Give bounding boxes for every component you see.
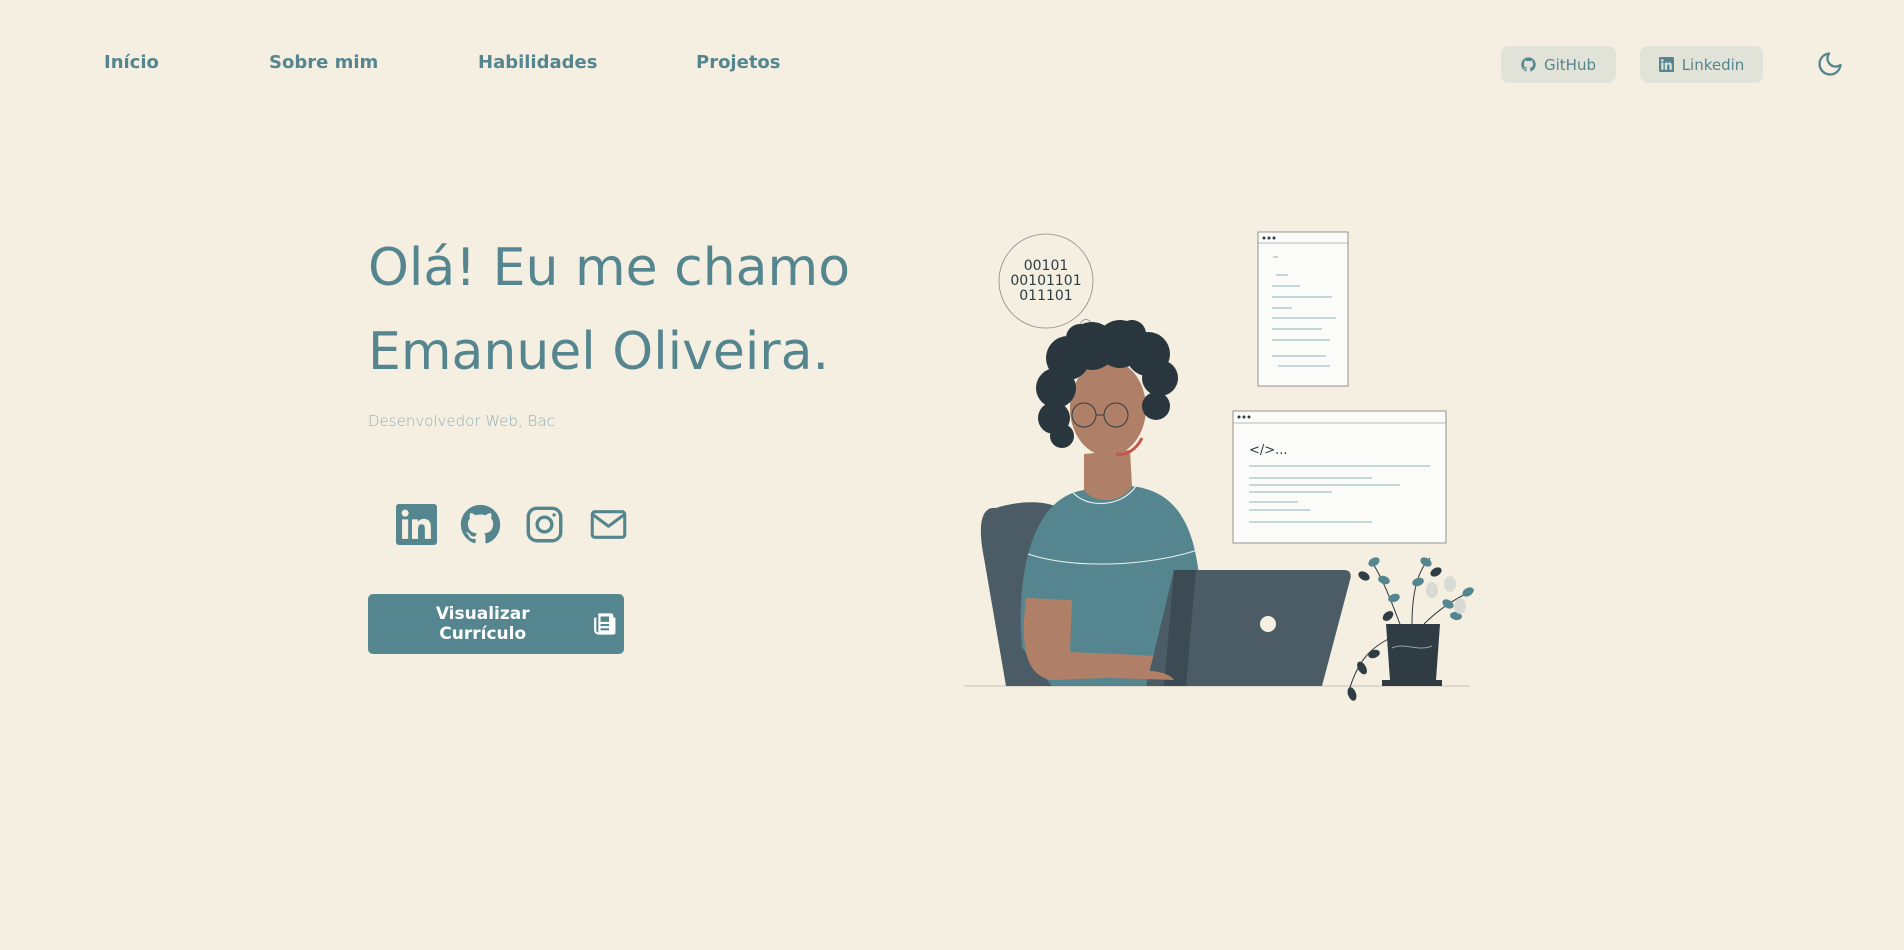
nav-link-habilidades[interactable]: Habilidades (478, 52, 597, 73)
navbar: Início Sobre mim Habilidades Projetos Gi… (0, 0, 1904, 130)
linkedin-button[interactable]: Linkedin (1640, 46, 1763, 83)
plant (1347, 557, 1475, 701)
nav-link-inicio[interactable]: Início (104, 52, 159, 73)
laptop (1146, 570, 1351, 686)
social-mail-link[interactable] (588, 504, 629, 545)
github-button[interactable]: GitHub (1501, 46, 1616, 83)
github-icon (1521, 57, 1536, 72)
bubble-line-2: 00101101 (1010, 273, 1081, 289)
social-linkedin-link[interactable] (396, 504, 437, 545)
newspaper-icon (594, 613, 616, 635)
hero-title: Olá! Eu me chamo Emanuel Oliveira. (368, 226, 850, 394)
github-button-label: GitHub (1544, 55, 1596, 74)
bubble-line-3: 011101 (1019, 288, 1072, 304)
nav-link-projetos[interactable]: Projetos (696, 52, 781, 73)
hero-title-line1: Olá! Eu me chamo (368, 238, 851, 298)
view-resume-button[interactable]: Visualizar Currículo (368, 594, 624, 654)
hero-subtitle: Desenvolvedor Web, Bac (368, 412, 555, 430)
social-links (396, 504, 629, 545)
social-instagram-link[interactable] (524, 504, 565, 545)
developer-illustration: 00101 00101101 011101 </>... (964, 231, 1475, 701)
instagram-icon (526, 506, 563, 543)
nav-link-sobre-mim[interactable]: Sobre mim (269, 52, 378, 73)
code-window-bottom: </>... (1232, 410, 1447, 544)
theme-toggle[interactable] (1816, 50, 1844, 78)
linkedin-icon (1658, 57, 1674, 72)
code-window-top (1257, 231, 1349, 387)
moon-icon (1818, 52, 1842, 76)
social-github-link[interactable] (460, 504, 501, 545)
mail-icon (590, 510, 627, 539)
github-icon (460, 504, 501, 544)
view-resume-button-label: Visualizar Currículo (435, 604, 530, 644)
hero-title-line2: Emanuel Oliveira. (368, 322, 830, 382)
code-tag-text: </>... (1249, 443, 1288, 458)
bubble-line-1: 00101 (1024, 258, 1069, 274)
linkedin-button-label: Linkedin (1681, 55, 1745, 74)
linkedin-icon (396, 504, 437, 545)
